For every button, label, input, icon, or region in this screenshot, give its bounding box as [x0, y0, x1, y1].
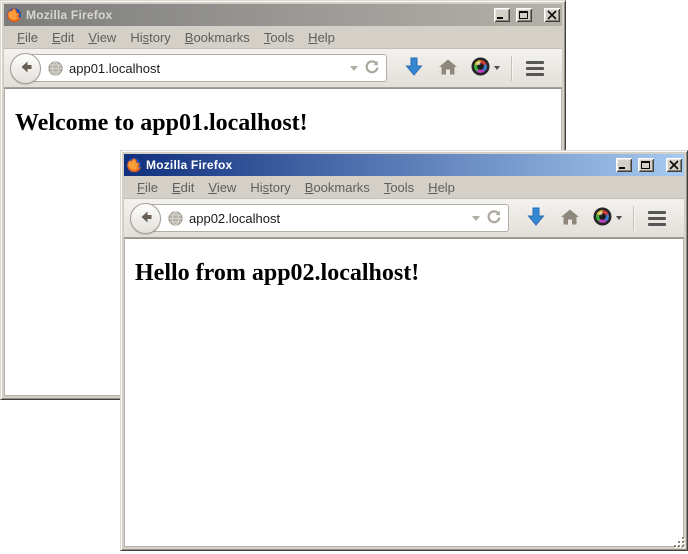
close-icon	[668, 160, 680, 170]
minimize-icon	[618, 160, 630, 170]
menu-help[interactable]: Help	[421, 178, 462, 197]
chevron-down-icon	[472, 216, 480, 221]
back-button[interactable]	[130, 203, 161, 234]
menu-edit[interactable]: Edit	[165, 178, 201, 197]
app-menu-button[interactable]	[518, 53, 552, 83]
maximize-button[interactable]	[638, 158, 654, 172]
hamburger-icon	[526, 61, 544, 76]
menu-edit[interactable]: Edit	[45, 28, 81, 47]
hamburger-icon	[648, 211, 666, 226]
titlebar[interactable]: Mozilla Firefox	[4, 4, 562, 26]
blue-down-arrow-icon	[404, 56, 424, 81]
minimize-button[interactable]	[494, 8, 510, 22]
menu-help[interactable]: Help	[301, 28, 342, 47]
url-input[interactable]	[69, 61, 346, 76]
resize-grip[interactable]	[672, 535, 686, 549]
menu-history[interactable]: History	[123, 28, 177, 47]
url-bar	[25, 54, 387, 82]
download-button[interactable]	[397, 53, 431, 83]
window-title: Mozilla Firefox	[146, 158, 610, 172]
firefox-icon[interactable]	[126, 157, 142, 173]
toolbar-separator	[511, 56, 512, 81]
minimize-button[interactable]	[616, 158, 632, 172]
menu-tools[interactable]: Tools	[257, 28, 301, 47]
titlebar[interactable]: Mozilla Firefox	[124, 154, 684, 176]
addon-button[interactable]	[587, 203, 627, 233]
back-button[interactable]	[10, 53, 41, 84]
navigation-toolbar	[124, 199, 684, 238]
menu-bookmarks[interactable]: Bookmarks	[178, 28, 257, 47]
home-button[interactable]	[553, 203, 587, 233]
navigation-toolbar	[4, 49, 562, 88]
home-icon	[560, 208, 580, 229]
reload-button[interactable]	[362, 58, 382, 78]
home-icon	[438, 58, 458, 79]
url-input[interactable]	[189, 211, 468, 226]
toolbar-separator	[633, 206, 634, 231]
minimize-icon	[496, 10, 508, 20]
url-history-dropdown-button[interactable]	[346, 58, 362, 78]
url-history-dropdown-button[interactable]	[468, 208, 484, 228]
menu-view[interactable]: View	[81, 28, 123, 47]
menu-history[interactable]: History	[243, 178, 297, 197]
close-button[interactable]	[666, 158, 682, 172]
home-button[interactable]	[431, 53, 465, 83]
menu-bar: File Edit View History Bookmarks Tools H…	[4, 26, 562, 49]
menu-file[interactable]: File	[10, 28, 45, 47]
chevron-down-icon	[616, 216, 622, 220]
maximize-icon	[518, 10, 530, 20]
menu-view[interactable]: View	[201, 178, 243, 197]
firefox-icon[interactable]	[6, 7, 22, 23]
close-button[interactable]	[544, 8, 560, 22]
firefox-window-app02: Mozilla Firefox File Edit View History B…	[120, 150, 688, 551]
reload-icon	[364, 59, 380, 78]
maximize-icon	[640, 160, 652, 170]
url-bar	[145, 204, 509, 232]
globe-icon[interactable]	[168, 211, 183, 226]
page-heading: Hello from app02.localhost!	[135, 260, 683, 287]
back-arrow-icon	[137, 208, 155, 229]
menu-bar: File Edit View History Bookmarks Tools H…	[124, 176, 684, 199]
browser-content: Hello from app02.localhost!	[124, 238, 684, 547]
blue-down-arrow-icon	[526, 206, 546, 231]
reload-button[interactable]	[484, 208, 504, 228]
menu-tools[interactable]: Tools	[377, 178, 421, 197]
menu-file[interactable]: File	[130, 178, 165, 197]
download-button[interactable]	[519, 203, 553, 233]
chevron-down-icon	[494, 66, 500, 70]
window-title: Mozilla Firefox	[26, 8, 488, 22]
chevron-down-icon	[350, 66, 358, 71]
reload-icon	[486, 209, 502, 228]
globe-icon[interactable]	[48, 61, 63, 76]
back-arrow-icon	[17, 58, 35, 79]
close-icon	[546, 10, 558, 20]
color-wheel-icon	[471, 57, 490, 79]
addon-button[interactable]	[465, 53, 505, 83]
maximize-button[interactable]	[516, 8, 532, 22]
color-wheel-icon	[593, 207, 612, 229]
menu-bookmarks[interactable]: Bookmarks	[298, 178, 377, 197]
page-heading: Welcome to app01.localhost!	[15, 110, 561, 137]
app-menu-button[interactable]	[640, 203, 674, 233]
